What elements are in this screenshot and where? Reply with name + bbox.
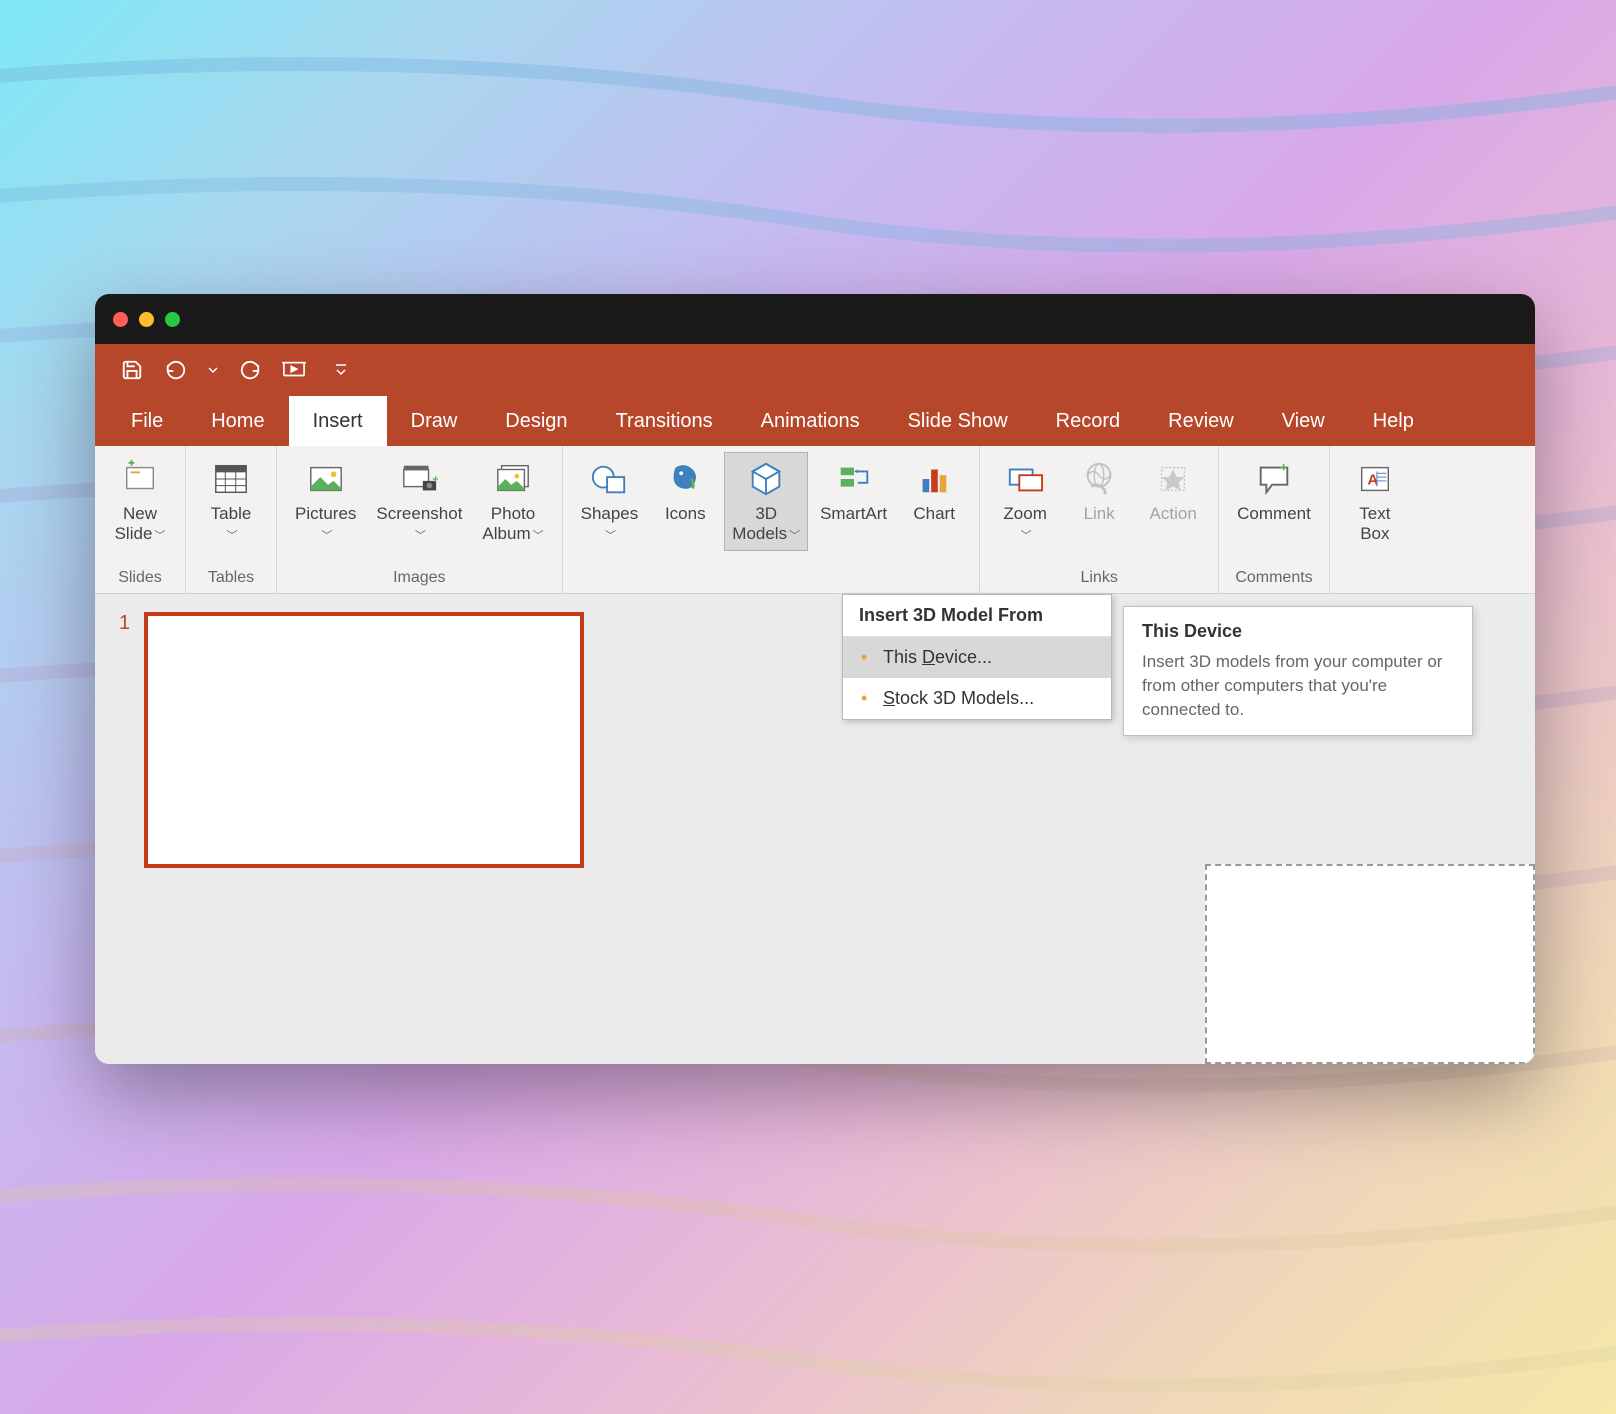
comment-label: Comment [1237,504,1311,524]
icons-label: Icons [665,504,706,524]
tab-animations[interactable]: Animations [737,396,884,446]
svg-text:+: + [433,474,439,486]
zoom-button[interactable]: Zoom﹀ [990,452,1060,551]
ribbon-group-slides: New Slide﹀ Slides [95,446,186,593]
ribbon-group-links: Zoom﹀ Link Action Links [980,446,1219,593]
ribbon-group-images: Pictures﹀ + Screenshot﹀ Photo Album﹀ Ima… [277,446,563,593]
tooltip-title: This Device [1142,621,1454,642]
slide-thumbnail [144,612,584,868]
comments-group-label: Comments [1229,565,1319,589]
slide-thumbnail-1[interactable]: 1 [119,612,651,868]
pictures-icon [305,458,347,500]
save-button[interactable] [119,357,145,383]
tab-design[interactable]: Design [481,396,591,446]
zoom-label: Zoom﹀ [1003,504,1046,545]
comment-button[interactable]: + Comment [1229,452,1319,530]
tab-draw[interactable]: Draw [387,396,482,446]
3d-models-label: 3D Models﹀ [732,504,800,545]
shapes-label: Shapes﹀ [581,504,639,545]
slides-group-label: Slides [105,565,175,589]
pictures-button[interactable]: Pictures﹀ [287,452,364,551]
ribbon-tabs: File Home Insert Draw Design Transitions… [95,396,1535,446]
new-slide-button[interactable]: New Slide﹀ [105,452,175,551]
maximize-button[interactable] [165,312,180,327]
tooltip-body: Insert 3D models from your computer or f… [1142,650,1454,721]
dropdown-item-this-device[interactable]: This Device... [843,637,1111,678]
minimize-button[interactable] [139,312,154,327]
text-box-button[interactable]: A Text Box [1340,452,1410,551]
slide-placeholder [1205,864,1535,1064]
comment-icon: + [1253,458,1295,500]
3d-models-dropdown: Insert 3D Model From This Device... Stoc… [842,594,1112,720]
photo-album-label: Photo Album﹀ [482,504,543,545]
ribbon-group-text: A Text Box [1330,446,1420,593]
link-button[interactable]: Link [1064,452,1134,530]
text-box-icon: A [1354,458,1396,500]
table-icon [210,458,252,500]
svg-text:+: + [1280,460,1288,474]
photo-album-icon [492,458,534,500]
illustrations-group-label [573,565,970,589]
shapes-button[interactable]: Shapes﹀ [573,452,647,551]
dropdown-item-stock-3d-models[interactable]: Stock 3D Models... [843,678,1111,719]
powerpoint-window: File Home Insert Draw Design Transitions… [95,294,1535,1064]
icons-icon [664,458,706,500]
chart-label: Chart [913,504,955,524]
new-slide-label: New Slide﹀ [115,504,166,545]
slide-panel: 1 [95,594,675,1064]
dropdown-header: Insert 3D Model From [843,595,1111,637]
cube-icon [745,458,787,500]
tab-review[interactable]: Review [1144,396,1258,446]
images-group-label: Images [287,565,552,589]
link-label: Link [1084,504,1115,524]
table-label: Table﹀ [211,504,252,545]
new-slide-icon [119,458,161,500]
qat-customize-button[interactable] [333,357,349,383]
links-group-label: Links [990,565,1208,589]
close-button[interactable] [113,312,128,327]
slide-number: 1 [119,612,130,868]
pictures-label: Pictures﹀ [295,504,356,545]
action-label: Action [1150,504,1197,524]
tab-slide-show[interactable]: Slide Show [884,396,1032,446]
ribbon-group-illustrations: Shapes﹀ Icons 3D Models﹀ SmartArt Chart [563,446,981,593]
tab-home[interactable]: Home [187,396,288,446]
photo-album-button[interactable]: Photo Album﹀ [474,452,551,551]
tab-help[interactable]: Help [1349,396,1438,446]
screenshot-label: Screenshot﹀ [376,504,462,545]
3d-models-button[interactable]: 3D Models﹀ [724,452,808,551]
slideshow-from-start-button[interactable] [281,357,307,383]
chart-button[interactable]: Chart [899,452,969,530]
undo-button[interactable] [163,357,189,383]
action-icon [1152,458,1194,500]
tab-file[interactable]: File [107,396,187,446]
icons-button[interactable]: Icons [650,452,720,530]
quick-access-toolbar [95,344,1535,396]
chart-icon [913,458,955,500]
link-icon [1078,458,1120,500]
ribbon-group-comments: + Comment Comments [1219,446,1330,593]
zoom-icon [1004,458,1046,500]
tab-view[interactable]: View [1258,396,1349,446]
ribbon-group-tables: Table﹀ Tables [186,446,277,593]
ribbon: New Slide﹀ Slides Table﹀ Tables Pictures… [95,446,1535,594]
text-box-label: Text Box [1359,504,1390,545]
screenshot-icon: + [398,458,440,500]
tooltip: This Device Insert 3D models from your c… [1123,606,1473,736]
smartart-button[interactable]: SmartArt [812,452,895,530]
smartart-label: SmartArt [820,504,887,524]
tab-insert[interactable]: Insert [289,396,387,446]
titlebar [95,294,1535,344]
tab-transitions[interactable]: Transitions [592,396,737,446]
shapes-icon [588,458,630,500]
action-button[interactable]: Action [1138,452,1208,530]
redo-button[interactable] [237,357,263,383]
tab-record[interactable]: Record [1032,396,1144,446]
text-group-label [1340,565,1410,589]
screenshot-button[interactable]: + Screenshot﹀ [368,452,470,551]
table-button[interactable]: Table﹀ [196,452,266,551]
undo-dropdown[interactable] [207,357,219,383]
tables-group-label: Tables [196,565,266,589]
smartart-icon [833,458,875,500]
